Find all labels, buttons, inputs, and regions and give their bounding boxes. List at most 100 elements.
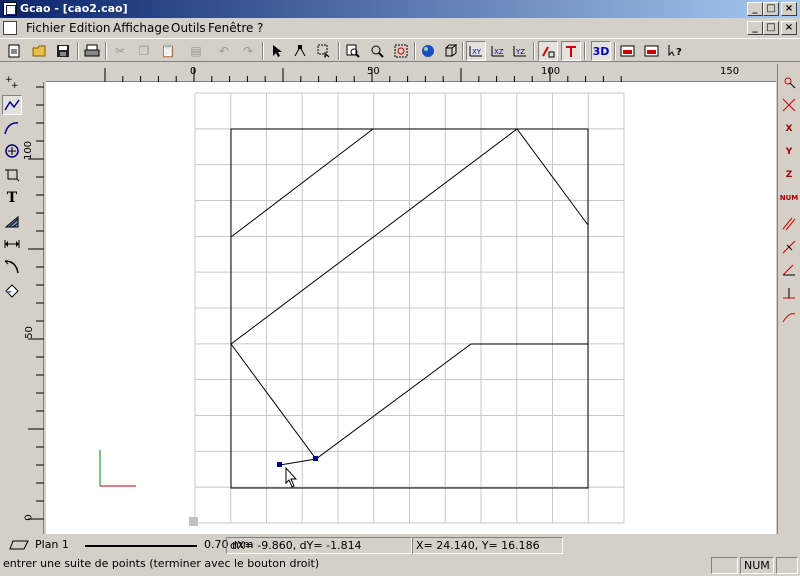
properties-icon[interactable]: ▤ xyxy=(186,41,206,61)
move-z-button[interactable]: Z xyxy=(779,165,799,185)
num-lock-indicator: NUM xyxy=(740,557,774,574)
new-file-icon[interactable] xyxy=(4,41,24,61)
vertex-handle[interactable] xyxy=(277,462,282,467)
object-snap-icon[interactable] xyxy=(561,41,581,61)
status-bar: entrer une suite de points (terminer ave… xyxy=(0,555,800,576)
normal-icon[interactable] xyxy=(779,283,799,303)
select-window-icon[interactable] xyxy=(314,41,334,61)
svg-text:XZ: XZ xyxy=(494,48,504,56)
properties-bar: Plan 1 0.70 mm dX= -9.860, dY= -1.814 X=… xyxy=(0,535,800,555)
document-icon[interactable] xyxy=(3,21,17,35)
save-disk-icon[interactable] xyxy=(53,41,73,61)
svg-text:?: ? xyxy=(676,47,682,58)
move-x-label: X xyxy=(785,124,793,134)
ruler-corner xyxy=(24,64,46,82)
move-x-button[interactable]: X xyxy=(779,119,799,139)
rubber-band-line xyxy=(279,458,317,466)
fillet-tool-icon[interactable] xyxy=(2,257,22,277)
undo-icon[interactable]: ↶ xyxy=(214,41,234,61)
menu-outils[interactable]: Outils xyxy=(171,21,206,35)
main-toolbar: ✂ ❐ 📋 ▤ ↶ ↷ XY XZ YZ 3D ? xyxy=(0,38,800,62)
hruler-label-100: 100 xyxy=(541,66,561,77)
parallel-lines-icon[interactable] xyxy=(779,214,799,234)
cube-icon[interactable] xyxy=(441,41,461,61)
copy-icon[interactable]: ❐ xyxy=(134,41,154,61)
minimize-button[interactable]: _ xyxy=(747,2,763,16)
layer-icon xyxy=(9,540,29,550)
child-minimize-button[interactable]: _ xyxy=(747,21,763,35)
menu-edition[interactable]: Edition xyxy=(69,21,111,35)
circle-tool-icon[interactable] xyxy=(2,141,22,161)
vruler-label-100: 100 xyxy=(23,140,35,161)
zoom-pan-icon[interactable] xyxy=(367,41,387,61)
menu-help[interactable]: ? xyxy=(257,21,263,35)
grid xyxy=(194,92,625,524)
window-title: Gcao - [cao2.cao] xyxy=(20,2,128,15)
left-tool-palette: + + T xyxy=(0,64,24,534)
menu-fichier[interactable]: Fichier xyxy=(26,21,65,35)
paste-icon[interactable]: 📋 xyxy=(158,41,178,61)
vertex-handle[interactable] xyxy=(313,456,318,461)
ucs-axes-icon xyxy=(99,450,136,487)
rectangle-tool-icon[interactable] xyxy=(2,164,22,184)
open-folder-icon[interactable] xyxy=(30,41,50,61)
snap-intersection-icon[interactable] xyxy=(779,95,799,115)
child-restore-button[interactable]: □ xyxy=(763,21,779,35)
numeric-input-button[interactable]: NUM xyxy=(779,188,799,208)
menu-affichage[interactable]: Affichage xyxy=(113,21,169,35)
snap-point-icon[interactable] xyxy=(779,72,799,92)
line-width-sample xyxy=(85,545,197,547)
layers-icon[interactable] xyxy=(618,41,638,61)
context-help-icon[interactable]: ? xyxy=(666,41,686,61)
point-tool-icon[interactable]: + + xyxy=(2,72,22,92)
move-y-button[interactable]: Y xyxy=(779,142,799,162)
select-node-icon[interactable] xyxy=(290,41,310,61)
close-button[interactable]: × xyxy=(781,2,797,16)
drawing-canvas[interactable] xyxy=(46,82,776,534)
angle-icon[interactable] xyxy=(779,260,799,280)
view-3d-label: 3D xyxy=(592,44,610,58)
right-tool-palette: X Y Z NUM xyxy=(777,64,800,534)
zoom-icon[interactable] xyxy=(343,41,363,61)
render-sphere-icon[interactable] xyxy=(418,41,438,61)
app-icon[interactable] xyxy=(3,2,17,16)
maximize-button[interactable]: □ xyxy=(763,2,779,16)
select-arrow-icon[interactable] xyxy=(267,41,287,61)
layer-name[interactable]: Plan 1 xyxy=(35,538,69,551)
mouse-cursor-icon xyxy=(285,466,298,488)
grid-snap-icon[interactable] xyxy=(538,41,558,61)
plane-yz-icon[interactable]: YZ xyxy=(510,41,530,61)
horizontal-ruler: 0 50 100 150 xyxy=(46,64,776,82)
vruler-label-50: 50 xyxy=(23,326,35,339)
print-icon[interactable] xyxy=(82,41,102,61)
svg-text:+: + xyxy=(11,81,19,90)
perpendicular-icon[interactable] xyxy=(779,237,799,257)
eraser-tool-icon[interactable] xyxy=(2,280,22,300)
spline-tool-icon[interactable] xyxy=(2,118,22,138)
parameters-3d-icon[interactable] xyxy=(642,41,662,61)
child-close-button[interactable]: × xyxy=(781,21,797,35)
hruler-label-0: 0 xyxy=(190,66,197,77)
menu-fenetre[interactable]: Fenêtre xyxy=(208,21,253,35)
move-y-label: Y xyxy=(785,147,793,157)
tangent-icon[interactable] xyxy=(779,307,799,327)
origin-marker xyxy=(189,517,198,526)
hruler-label-50: 50 xyxy=(367,66,380,77)
plane-xy-icon[interactable]: XY xyxy=(466,41,486,61)
status-prompt: entrer une suite de points (terminer ave… xyxy=(3,557,320,570)
move-z-label: Z xyxy=(785,170,793,180)
title-bar: Gcao - [cao2.cao] _ □ × xyxy=(0,0,800,18)
numeric-input-label: NUM xyxy=(779,194,799,202)
cut-icon[interactable]: ✂ xyxy=(110,41,130,61)
text-tool-icon[interactable]: T xyxy=(2,188,22,208)
hatch-tool-icon[interactable] xyxy=(2,211,22,231)
zoom-extents-icon[interactable] xyxy=(391,41,411,61)
coords-readout: X= 24.140, Y= 16.186 xyxy=(412,537,563,554)
polyline-tool-icon[interactable] xyxy=(2,95,22,115)
view-3d-button[interactable]: 3D xyxy=(591,41,611,61)
vertical-ruler: 100 50 0 xyxy=(23,82,44,534)
dimension-tool-icon[interactable] xyxy=(2,234,22,254)
plane-xz-icon[interactable]: XZ xyxy=(488,41,508,61)
svg-text:YZ: YZ xyxy=(515,48,525,56)
redo-icon[interactable]: ↷ xyxy=(238,41,258,61)
